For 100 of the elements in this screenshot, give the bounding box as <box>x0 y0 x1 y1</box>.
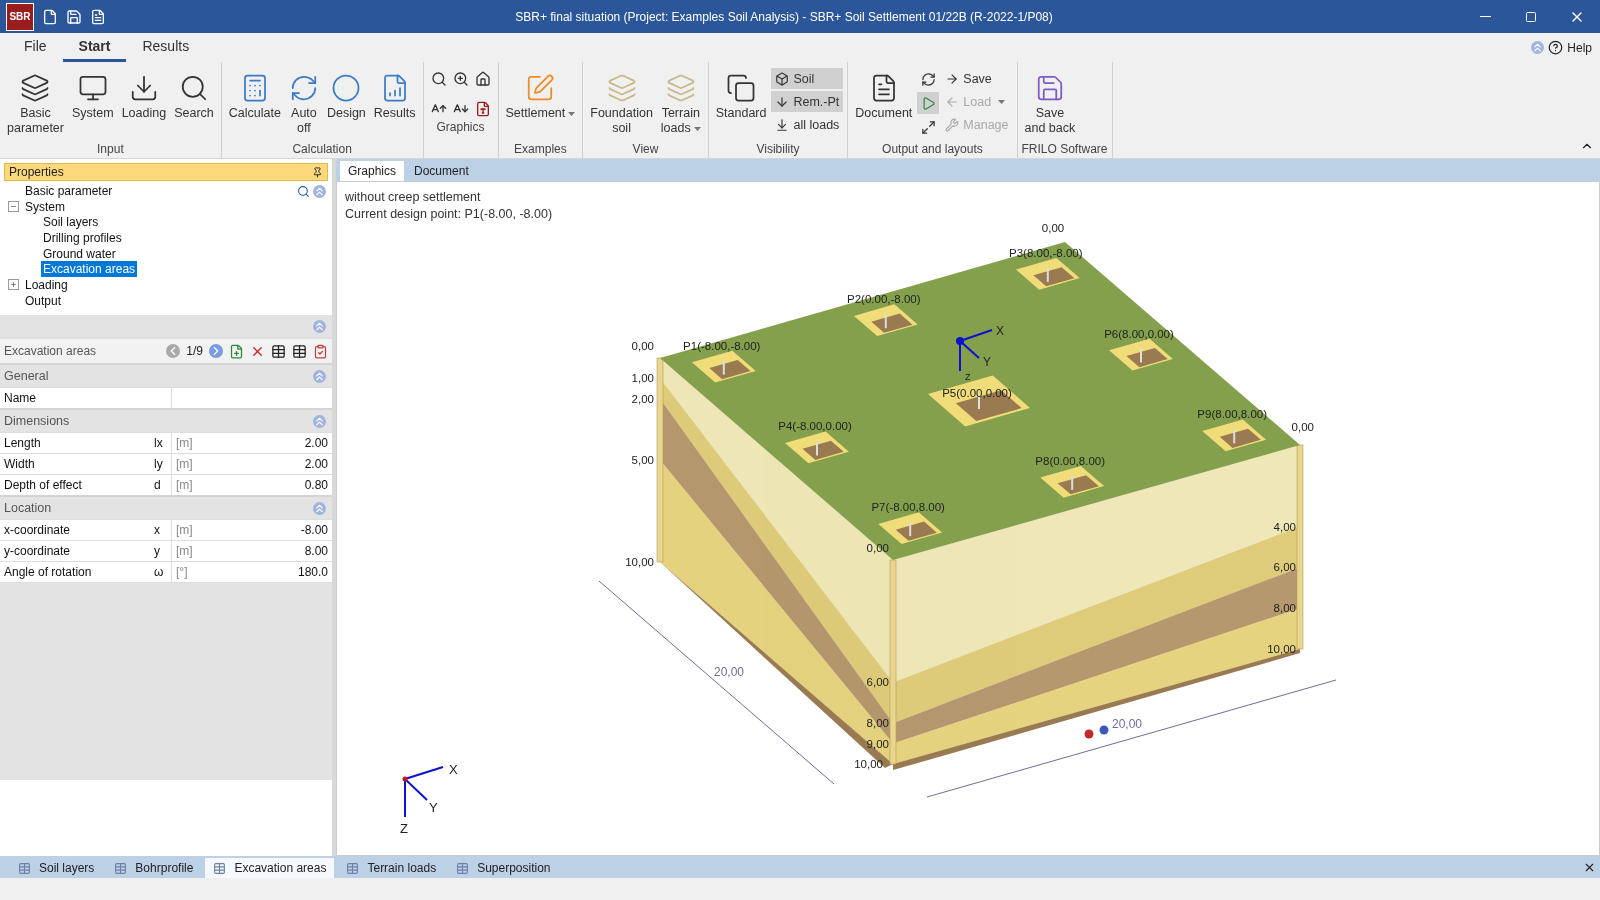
group-label: Output and layouts <box>881 142 984 158</box>
value-cell[interactable]: 2.00 <box>272 457 332 471</box>
depth-label: 1,00 <box>631 372 654 385</box>
maximize-icon <box>1525 10 1537 23</box>
table-tab[interactable]: Bohrprofile <box>106 858 202 878</box>
expander-icon[interactable] <box>8 279 19 291</box>
view-tab[interactable]: Document <box>406 161 477 181</box>
button-icon <box>945 94 960 109</box>
ribbon-button[interactable]: Calculate <box>225 68 284 123</box>
tool-icon <box>920 71 936 87</box>
symbol-cell-text: x <box>153 523 161 537</box>
property-label: x-coordinate <box>3 523 72 537</box>
help-link[interactable]: Help <box>1567 40 1592 55</box>
depth-label: 6,00 <box>866 676 889 689</box>
help-icon[interactable] <box>1548 40 1564 55</box>
ribbon-icon <box>726 73 757 103</box>
depth-label: 5,00 <box>631 454 654 466</box>
ribbon-tab[interactable]: Results <box>126 38 206 62</box>
ribbon-small-button[interactable]: Save <box>941 68 1013 89</box>
property-label: Length <box>3 436 42 450</box>
ribbon-tab[interactable]: File <box>8 38 63 62</box>
axis-label: Y <box>429 800 438 815</box>
ribbon-icon <box>77 73 108 103</box>
search-icon[interactable] <box>297 185 310 198</box>
tree-item[interactable]: Drilling profiles <box>41 229 124 246</box>
unit-cell-text: [m] <box>175 478 194 492</box>
symbol-cell-text: lx <box>153 436 164 450</box>
group-label: Input <box>96 142 125 158</box>
table-icon <box>18 861 31 875</box>
ribbon-icon <box>20 73 51 103</box>
ribbon-button[interactable]: Terrain loads <box>657 68 704 138</box>
section-title: General <box>4 369 49 383</box>
ribbon-small-button[interactable]: Soil <box>771 68 844 89</box>
ribbon-button[interactable]: Save and back <box>1021 68 1079 138</box>
ribbon-button[interactable]: Loading <box>118 68 170 123</box>
tree-item[interactable]: Basic parameter <box>23 182 115 199</box>
axis-label: X <box>449 762 458 777</box>
ribbon-button[interactable]: Results <box>370 68 419 123</box>
tree-item[interactable]: Excavation areas <box>41 261 138 278</box>
tree-item[interactable]: Soil layers <box>41 214 101 231</box>
add-icon[interactable] <box>229 343 244 359</box>
save-icon[interactable] <box>66 8 82 25</box>
value-cell[interactable]: 0.80 <box>272 478 332 492</box>
depth-label: 10,00 <box>625 556 654 568</box>
table-tab[interactable]: Soil layers <box>10 858 103 878</box>
tool-icon <box>920 95 936 111</box>
ribbon-button[interactable]: Basic parameter <box>4 68 67 138</box>
ribbon-button[interactable]: Standard <box>712 68 770 123</box>
table-icon <box>346 861 360 875</box>
table-tab[interactable]: Excavation areas <box>205 858 335 878</box>
ribbon-button[interactable]: Auto off <box>285 68 322 138</box>
button-icon <box>775 117 790 132</box>
button-icon <box>775 71 790 86</box>
caret-icon[interactable] <box>568 111 576 116</box>
ribbon-button[interactable]: Settlement <box>502 68 579 123</box>
ribbon-icon <box>606 73 637 103</box>
document-icon[interactable] <box>90 8 106 25</box>
depth-label: 6,00 <box>1273 561 1296 574</box>
unit-cell-text: [m] <box>175 544 194 558</box>
button-icon <box>945 117 960 132</box>
table-icon[interactable] <box>271 343 286 359</box>
property-label: Depth of effect <box>3 478 83 492</box>
ribbon-button[interactable]: Design <box>323 68 369 123</box>
ribbon-button[interactable]: Search <box>171 68 217 123</box>
tree-item[interactable]: Loading <box>23 276 70 293</box>
next-icon[interactable] <box>209 344 223 358</box>
ribbon-small-button[interactable]: Rem.-Pt <box>771 91 844 112</box>
pin-icon[interactable] <box>312 166 323 178</box>
unit-cell-text: [m] <box>175 523 194 537</box>
value-cell[interactable]: -8.00 <box>272 523 332 537</box>
ribbon-icon-button[interactable] <box>917 92 940 114</box>
ribbon-tab[interactable]: Start <box>62 38 127 62</box>
ribbon-small-button[interactable]: all loads <box>771 114 844 135</box>
axis-label: Z <box>400 821 408 836</box>
depth-label: 0,00 <box>631 340 654 352</box>
value-cell[interactable]: 180.0 <box>272 565 332 579</box>
view-tab[interactable]: Graphics <box>340 161 405 181</box>
expander-icon[interactable] <box>8 201 19 213</box>
tree-item[interactable]: Output <box>23 292 64 309</box>
group-label: FRILO Software <box>1021 142 1108 158</box>
new-file-icon[interactable] <box>42 8 58 25</box>
section-title: Dimensions <box>4 414 70 428</box>
axis-label: Y <box>983 355 991 369</box>
table-icon[interactable] <box>292 343 307 359</box>
graphic-caption: Current design point: P1(-8.00, -8.00) <box>345 207 554 221</box>
ribbon-button[interactable]: Foundation soil <box>587 68 656 138</box>
unit-cell-text: [m] <box>175 436 194 450</box>
tree-item[interactable]: Ground water <box>41 245 118 262</box>
ribbon-button[interactable]: Document <box>852 68 916 123</box>
caret-icon[interactable] <box>693 126 701 131</box>
clipboard-icon[interactable] <box>313 343 328 359</box>
ribbon-button[interactable]: System <box>69 68 117 123</box>
value-cell[interactable]: 2.00 <box>272 436 332 450</box>
table-tab[interactable]: Terrain loads <box>338 858 445 878</box>
ribbon-icon <box>331 73 362 103</box>
tool-icon <box>474 71 491 87</box>
table-tab[interactable]: Superposition <box>448 858 559 878</box>
depth-label: 10,00 <box>854 758 883 770</box>
value-cell[interactable]: 8.00 <box>272 544 332 558</box>
tree-item[interactable]: System <box>23 198 67 215</box>
